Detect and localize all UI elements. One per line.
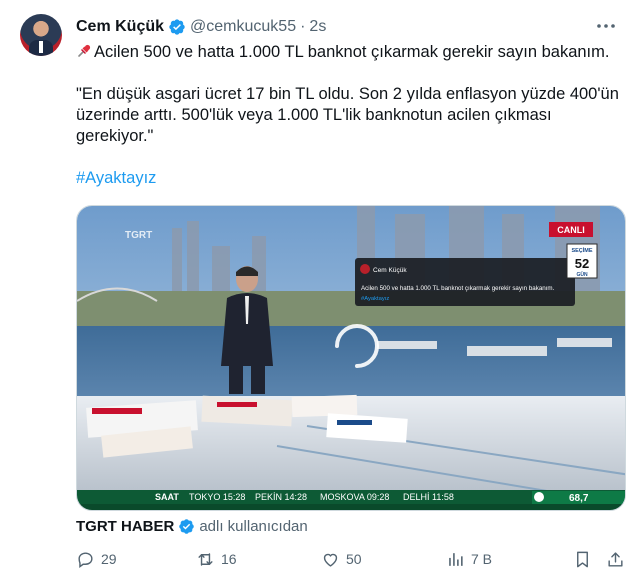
ticker-label: SAAT — [155, 492, 179, 502]
retweet-icon — [198, 552, 213, 566]
header-separator: · — [300, 18, 306, 35]
bookmark-icon — [577, 551, 588, 567]
tweet-quote: "En düşük asgari ücret 17 bin TL oldu. S… — [76, 85, 619, 145]
source-note: adlı kullanıcıdan — [199, 517, 308, 535]
source-name[interactable]: TGRT HABER — [76, 518, 174, 535]
author-name[interactable]: Cem Küçük — [76, 18, 164, 36]
tweet-text: Acilen 500 ve hatta 1.000 TL banknot çık… — [76, 42, 621, 210]
retweet-button[interactable]: 16 — [196, 548, 237, 570]
video-media[interactable]: Cem Küçük Acilen 500 ve hatta 1.000 TL b… — [76, 205, 626, 511]
views-button[interactable]: 7 B — [446, 548, 492, 570]
ticker-item: PEKİN 14:28 — [255, 492, 307, 502]
more-icon[interactable] — [594, 16, 618, 36]
live-badge-label: CANLI — [557, 225, 585, 235]
views-icon — [449, 552, 463, 566]
avatar-shirt — [39, 41, 43, 53]
screen-tweet-hashtag: #Ayaktayız — [361, 296, 389, 302]
election-unit: GÜN — [576, 271, 588, 278]
share-icon — [608, 551, 623, 567]
tweet-header: Cem Küçük @cemkucuk55 · 2s — [76, 16, 326, 38]
pushpin-icon — [78, 44, 91, 57]
like-count: 50 — [346, 551, 362, 567]
share-button[interactable] — [606, 548, 631, 570]
ticker-item: TOKYO 15:28 — [189, 492, 245, 502]
verified-badge-icon — [179, 518, 195, 534]
reply-count: 29 — [101, 551, 117, 567]
reply-button[interactable]: 29 — [76, 548, 117, 570]
views-count: 7 B — [471, 551, 493, 567]
video-source: TGRT HABER adlı kullanıcıdan — [76, 516, 308, 536]
tweet-actions: 29 16 50 7 B — [76, 548, 626, 570]
ticker-item: MOSKOVA 09:28 — [320, 492, 389, 502]
tweet-line1-paragraph: Acilen 500 ve hatta 1.000 TL banknot çık… — [76, 42, 621, 63]
election-days: 52 — [575, 256, 589, 271]
ticker-value: 68,7 — [569, 493, 589, 504]
screen-tweet-name: Cem Küçük — [373, 267, 407, 274]
tweet-line1: Acilen 500 ve hatta 1.000 TL banknot çık… — [94, 43, 610, 61]
channel-logo: TGRT — [125, 230, 152, 241]
author-avatar[interactable] — [20, 14, 62, 56]
like-icon — [323, 553, 338, 567]
like-button[interactable]: 50 — [321, 548, 362, 570]
election-label: SEÇİME — [571, 247, 592, 254]
ticker-item: DELHİ 11:58 — [403, 492, 454, 502]
video-frame: Cem Küçük Acilen 500 ve hatta 1.000 TL b… — [77, 206, 625, 510]
retweet-count: 16 — [221, 551, 237, 567]
reply-icon — [78, 551, 93, 568]
bookmark-button[interactable] — [573, 548, 598, 570]
screen-tweet-text: Acilen 500 ve hatta 1.000 TL banknot çık… — [361, 285, 555, 292]
tweet-timestamp[interactable]: 2s — [309, 18, 326, 36]
verified-badge-icon — [169, 19, 185, 35]
author-handle[interactable]: @cemkucuk55 — [190, 18, 296, 36]
tweet-hashtag[interactable]: #Ayaktayız — [76, 169, 156, 187]
